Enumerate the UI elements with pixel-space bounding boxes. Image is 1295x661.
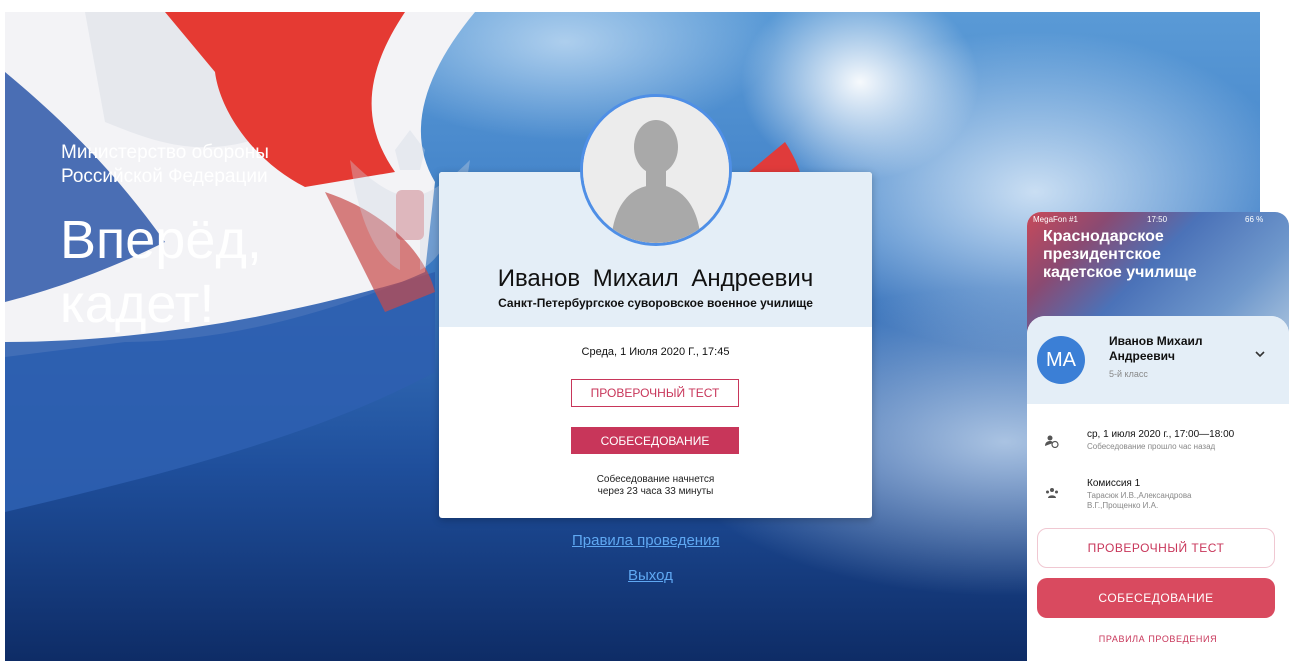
interview-button[interactable]: СОБЕСЕДОВАНИЕ	[571, 427, 739, 454]
school-title-line-1: Краснодарское	[1043, 228, 1164, 245]
slogan-line-2: кадет!	[60, 274, 215, 334]
initials-avatar: MA	[1037, 336, 1085, 384]
profile-name-line-2: Андреевич	[1109, 349, 1175, 363]
user-silhouette-icon	[583, 97, 729, 243]
profile-card[interactable]: MA Иванов Михаил Андреевич 5-й класс	[1027, 316, 1289, 404]
commission-members-line-2: В.Г.,Прощенко И.А.	[1087, 501, 1159, 510]
status-carrier: MegaFon #1	[1033, 215, 1078, 224]
slogan-line-1: Вперёд,	[60, 210, 262, 270]
countdown-line-1: Собеседование начнется	[596, 474, 715, 485]
commission-members-line-1: Тарасюк И.В.,Александрова	[1087, 491, 1192, 500]
school-title-line-3: кадетское училище	[1043, 264, 1197, 281]
ministry-title: Министерство обороны Российской Федераци…	[61, 141, 269, 189]
school-title-line-2: президентское	[1043, 246, 1161, 263]
ministry-line-2: Российской Федерации	[61, 166, 268, 187]
status-battery: 66 %	[1245, 215, 1264, 224]
clock-person-icon	[1045, 435, 1059, 448]
interview-countdown: Собеседование начнется через 23 часа 33 …	[439, 474, 872, 498]
interview-date: Среда, 1 Июля 2020 Г., 17:45	[581, 346, 730, 358]
schedule-time: ср, 1 июля 2020 г., 17:00—18:00	[1087, 429, 1235, 440]
mobile-interview-button[interactable]: СОБЕСЕДОВАНИЕ	[1037, 578, 1275, 618]
group-icon	[1046, 488, 1058, 498]
test-button[interactable]: ПРОВЕРОЧНЫЙ ТЕСТ	[571, 379, 739, 407]
mobile-rules-link[interactable]: ПРАВИЛА ПРОВЕДЕНИЯ	[1027, 634, 1289, 644]
mobile-content-sheet: MA Иванов Михаил Андреевич 5-й класс ср,…	[1027, 316, 1289, 661]
chevron-down-icon[interactable]	[1253, 347, 1267, 361]
profile-name: Иванов Михаил Андреевич	[1109, 334, 1239, 364]
school-name: Санкт-Петербургское суворовское военное …	[498, 296, 813, 310]
profile-avatar	[580, 94, 732, 246]
slogan: Вперёд, кадет!	[60, 208, 262, 336]
school-title: Краснодарское президентское кадетское уч…	[1043, 228, 1197, 282]
status-time: 17:50	[1147, 215, 1168, 224]
exit-link[interactable]: Выход	[628, 567, 673, 584]
profile-class: 5-й класс	[1109, 369, 1148, 379]
profile-name-line-1: Иванов Михаил	[1109, 334, 1203, 348]
commission-name: Комиссия 1	[1087, 478, 1141, 489]
rules-link[interactable]: Правила проведения	[572, 532, 720, 549]
ministry-line-1: Министерство обороны	[61, 142, 269, 163]
countdown-line-2: через 23 часа 33 минуты	[597, 486, 714, 497]
mobile-test-button[interactable]: ПРОВЕРОЧНЫЙ ТЕСТ	[1037, 528, 1275, 568]
schedule-status: Собеседование прошло час назад	[1087, 442, 1216, 451]
mobile-screen: MegaFon #1 17:50 66 % Краснодарское през…	[1027, 212, 1289, 661]
candidate-name: Иванов Михаил Андреевич	[497, 265, 814, 292]
